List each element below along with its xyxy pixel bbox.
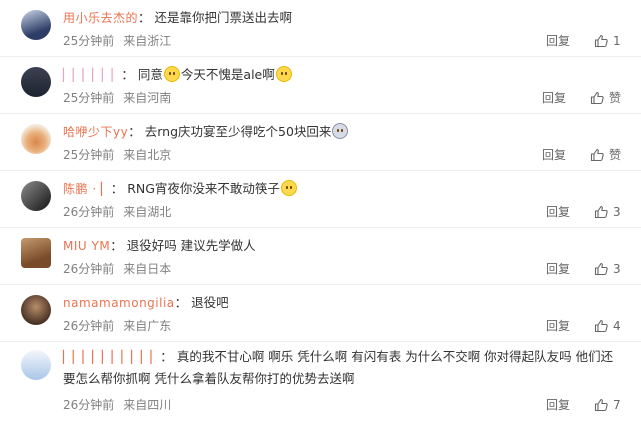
reply-button[interactable]: 回复 [542, 89, 566, 106]
like-label[interactable]: 赞 [609, 146, 621, 163]
user-avatar[interactable] [21, 124, 51, 154]
reply-button[interactable]: 回复 [542, 146, 566, 163]
like-label[interactable]: 赞 [609, 89, 621, 106]
username-link[interactable]: ▏▏▏▏▏▏ [63, 68, 121, 82]
colon: ： [174, 295, 188, 310]
comment-time: 25分钟前 [63, 148, 115, 162]
comment-actions: 回复 赞 [542, 89, 621, 106]
like-count: 3 [613, 261, 621, 276]
comment-location: 来自日本 [123, 262, 172, 276]
like-count: 7 [613, 397, 621, 412]
thumbs-up-icon[interactable] [594, 205, 608, 219]
like-count: 3 [613, 204, 621, 219]
comment-item: 陈鹏 · ▏： RNG宵夜你没来不敢动筷子 26分钟前 来自湖北 回复 3 [0, 171, 641, 228]
comment-location: 来自北京 [123, 148, 172, 162]
colon: ： [121, 67, 134, 82]
like-count: 1 [613, 33, 621, 48]
reply-button[interactable]: 回复 [546, 32, 570, 49]
thumbs-up-icon[interactable] [594, 398, 608, 412]
comment-time: 26分钟前 [63, 262, 115, 276]
reply-button[interactable]: 回复 [546, 260, 570, 277]
comment-item: namamamongilia： 退役吧 26分钟前 来自广东 回复 4 [0, 285, 641, 342]
user-avatar[interactable] [21, 181, 51, 211]
reply-button[interactable]: 回复 [546, 396, 570, 413]
comment-actions: 回复 4 [546, 317, 621, 334]
user-avatar[interactable] [21, 350, 51, 380]
smiley-emoji-icon [163, 66, 180, 82]
comment-time: 26分钟前 [63, 205, 115, 219]
like-count: 4 [613, 318, 621, 333]
comment-location: 来自湖北 [123, 205, 172, 219]
comment-actions: 回复 7 [546, 396, 621, 413]
comment-item: ▏▏▏▏▏▏： 同意 今天不愧是ale啊 25分钟前 来自河南 回复 赞 [0, 57, 641, 114]
comment-location: 来自广东 [123, 319, 172, 333]
username-link[interactable]: 陈鹏 · ▏ [63, 182, 111, 196]
comment-meta: 25分钟前 来自北京 [63, 146, 171, 163]
comment-time: 26分钟前 [63, 319, 115, 333]
username-link[interactable]: namamamongilia [63, 296, 175, 310]
comment-item: 用小乐去杰的： 还是靠你把门票送出去啊 25分钟前 来自浙江 回复 1 [0, 0, 641, 57]
thumbs-up-icon[interactable] [590, 91, 604, 105]
thumbs-up-icon[interactable] [590, 148, 604, 162]
colon: ： [110, 181, 124, 196]
username-link[interactable]: ▏▏▏▏▏▏▏▏▏▏ [63, 350, 160, 364]
comment-actions: 回复 3 [546, 260, 621, 277]
username-link[interactable]: 哈咿少下yy [63, 125, 128, 139]
smiley-emoji-icon [280, 180, 297, 196]
comment-text: 同意 [137, 67, 163, 82]
comment-meta: 26分钟前 来自湖北 [63, 203, 171, 220]
reply-button[interactable]: 回复 [546, 317, 570, 334]
colon: ： [160, 349, 173, 364]
comment-text: RNG宵夜你没来不敢动筷子 [127, 181, 280, 196]
crying-emoji-icon [332, 123, 349, 139]
user-avatar[interactable] [21, 238, 51, 268]
comment-time: 25分钟前 [63, 34, 115, 48]
reply-button[interactable]: 回复 [546, 203, 570, 220]
comment-text: 退役好吗 建议先学做人 [126, 238, 256, 253]
comment-location: 来自浙江 [123, 34, 172, 48]
comment-meta: 26分钟前 来自日本 [63, 260, 171, 277]
comment-text: 退役吧 [191, 295, 229, 310]
comment-item: MIU YM： 退役好吗 建议先学做人 26分钟前 来自日本 回复 3 [0, 228, 641, 285]
comment-text-continued: 今天不愧是ale啊 [180, 67, 275, 82]
comment-actions: 回复 3 [546, 203, 621, 220]
user-avatar[interactable] [21, 295, 51, 325]
colon: ： [110, 238, 123, 253]
username-link[interactable]: MIU YM [63, 239, 110, 253]
comment-location: 来自四川 [123, 398, 172, 412]
comment-meta: 25分钟前 来自河南 [63, 89, 171, 106]
comment-actions: 回复 1 [546, 32, 621, 49]
thumbs-up-icon[interactable] [594, 262, 608, 276]
comment-actions: 回复 赞 [542, 146, 621, 163]
comment-text: 去rng庆功宴至少得吃个50块回来 [144, 124, 332, 139]
username-link[interactable]: 用小乐去杰的 [63, 11, 138, 25]
comment-item: 哈咿少下yy： 去rng庆功宴至少得吃个50块回来 25分钟前 来自北京 回复 赞 [0, 114, 641, 171]
thumbs-up-icon[interactable] [594, 319, 608, 333]
user-avatar[interactable] [21, 10, 51, 40]
thumbs-up-icon[interactable] [594, 34, 608, 48]
comment-time: 25分钟前 [63, 91, 115, 105]
comment-text: 还是靠你把门票送出去啊 [154, 10, 293, 25]
comment-item: ▏▏▏▏▏▏▏▏▏▏： 真的我不甘心啊 啊乐 凭什么啊 有闪有表 为什么不交啊 你… [0, 342, 641, 421]
comment-location: 来自河南 [123, 91, 172, 105]
colon: ： [138, 10, 151, 25]
comment-meta: 26分钟前 来自广东 [63, 317, 171, 334]
comment-time: 26分钟前 [63, 398, 115, 412]
user-avatar[interactable] [21, 67, 51, 97]
colon: ： [128, 124, 141, 139]
comment-meta: 26分钟前 来自四川 [63, 396, 171, 413]
comment-list: 用小乐去杰的： 还是靠你把门票送出去啊 25分钟前 来自浙江 回复 1 ▏▏▏▏▏▏… [0, 0, 641, 421]
comment-meta: 25分钟前 来自浙江 [63, 32, 171, 49]
smiley-emoji-icon [275, 66, 292, 82]
